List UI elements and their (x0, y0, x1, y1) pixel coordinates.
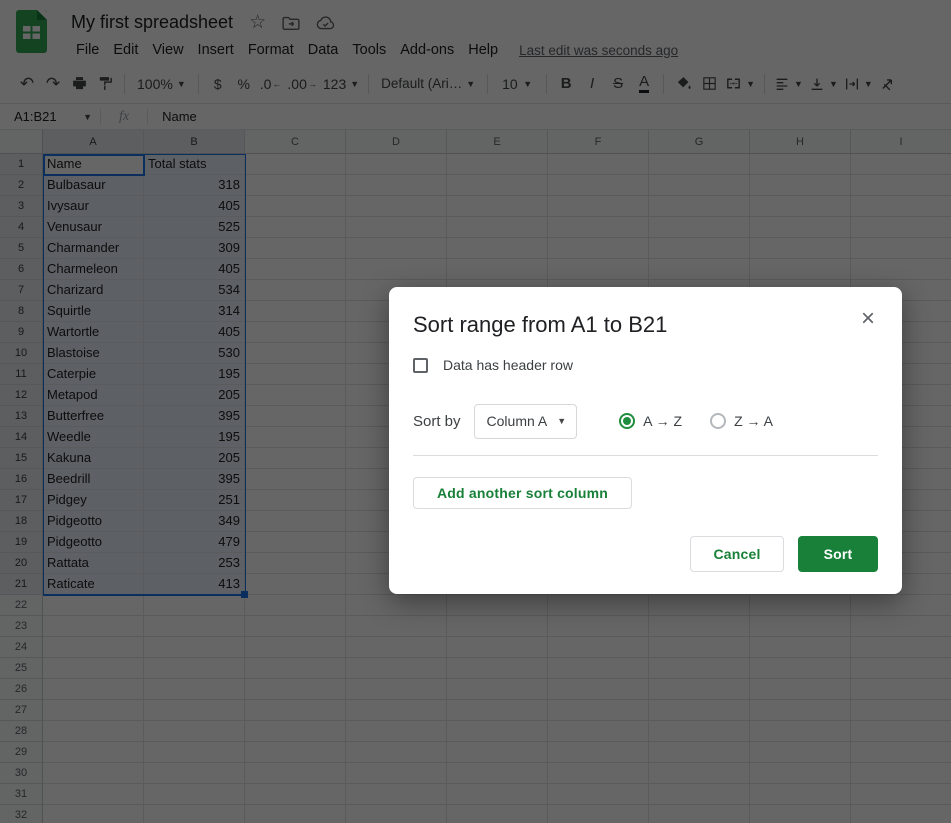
divider (413, 455, 878, 456)
radio-asc-label: A → Z (643, 413, 683, 429)
dialog-title: Sort range from A1 to B21 (413, 312, 668, 337)
radio-desc-label: Z → A (734, 413, 773, 429)
sort-button[interactable]: Sort (798, 536, 878, 572)
add-sort-column-button[interactable]: Add another sort column (413, 477, 633, 509)
sort-by-label: Sort by (413, 412, 461, 430)
sort-range-dialog: Sort range from A1 to B21 × Data has hea… (389, 287, 902, 594)
radio-option-asc[interactable]: A → Z (619, 413, 682, 429)
radio-asc-button[interactable] (619, 413, 636, 429)
header-row-checkbox[interactable] (413, 357, 428, 373)
header-row-checkbox-label[interactable]: Data has header row (443, 357, 573, 373)
radio-desc-button[interactable] (710, 413, 727, 429)
radio-option-desc[interactable]: Z → A (710, 413, 773, 429)
cancel-button[interactable]: Cancel (690, 536, 784, 572)
chevron-down-icon: ▼ (557, 416, 567, 426)
sort-column-select[interactable]: Column A ▼ (473, 403, 578, 439)
close-icon[interactable]: × (854, 305, 882, 333)
